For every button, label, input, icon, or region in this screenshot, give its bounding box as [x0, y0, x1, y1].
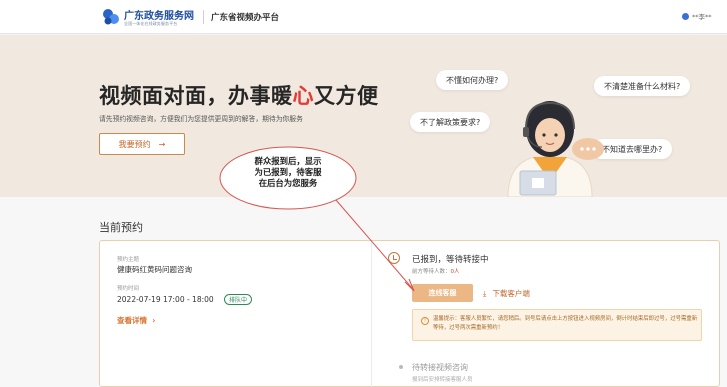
step-indicator-icon	[399, 365, 403, 369]
user-name: **李**	[692, 13, 712, 21]
contact-service-button[interactable]: 连线客服	[412, 284, 473, 302]
current-appointment-title: 当前预约	[99, 221, 143, 234]
hero-description: 请先预约视频咨询，方便我们为您提供更周到的解答，期待为你服务	[99, 115, 303, 123]
status-badge: 排队中	[224, 294, 253, 305]
download-client-button[interactable]: ⤓ 下载客户端	[483, 288, 530, 299]
queue-info: 前方等待人数：0人	[412, 269, 460, 275]
download-label: 下载客户端	[492, 289, 530, 298]
book-appointment-button[interactable]: 我要预约 →	[99, 133, 185, 155]
next-step-title: 待转接视频咨询	[412, 363, 468, 372]
arrow-right-icon: →	[158, 139, 166, 149]
chevron-right-icon: ›	[152, 316, 156, 325]
queue-count: 0人	[450, 269, 460, 275]
download-icon: ⤓	[483, 288, 487, 298]
brand-title: 广东政务服务网	[124, 11, 194, 22]
time-label: 预约时间	[117, 286, 140, 292]
appointment-card: 预约主题 健康码红黄码问题咨询 预约时间 2022-07-19 17:00 - …	[99, 240, 720, 387]
brand-divider	[203, 10, 204, 24]
clock-icon	[388, 252, 400, 264]
user-avatar-icon	[682, 12, 689, 20]
notice-box: ! 温馨提示：客服人员繁忙，请您稍后。到号后请点击上方按钮进入视频房间，倒计时结…	[412, 309, 702, 341]
info-icon: !	[421, 317, 429, 325]
top-header: 广东政务服务网 全国一体化在线政务服务平台 广东省视频办平台 **李**	[0, 0, 727, 34]
callout-annotation: 群众报到后，显示 为已报到，待客服 在后台为您服务	[220, 147, 356, 209]
gov-logo-icon	[103, 9, 119, 25]
next-step-subtitle: 报到后安排转接客服人员	[412, 377, 473, 383]
hero-title: 视频面对面，办事暖心又方便	[99, 84, 379, 108]
notice-text: 温馨提示：客服人员繁忙，请您稍后。到号后请点击上方按钮进入视频房间，倒计时结束后…	[433, 316, 698, 331]
question-bubble-3: 不了解政策要求?	[410, 112, 491, 132]
user-menu[interactable]: **李**	[682, 11, 712, 21]
subject-label: 预约主题	[117, 257, 140, 263]
view-details-link[interactable]: 查看详情 ›	[117, 315, 155, 326]
subject-value: 健康码红黄码问题咨询	[117, 265, 192, 274]
hero-banner: 视频面对面，办事暖心又方便 请先预约视频咨询，方便我们为您提供更周到的解答，期待…	[0, 35, 727, 197]
customer-service-illustration	[507, 101, 604, 197]
time-value: 2022-07-19 17:00 - 18:00	[117, 295, 214, 304]
book-button-label: 我要预约	[118, 139, 151, 149]
callout-text: 群众报到后，显示 为已报到，待客服 在后台为您服务	[254, 156, 322, 188]
brand-subtitle: 全国一体化在线政务服务平台	[124, 21, 178, 26]
appointment-info-panel: 预约主题 健康码红黄码问题咨询 预约时间 2022-07-19 17:00 - …	[100, 241, 372, 387]
platform-title: 广东省视频办平台	[211, 13, 280, 23]
view-details-label: 查看详情	[117, 316, 147, 325]
status-text: 已报到，等待转接中	[412, 255, 489, 265]
heart-glyph: 心	[292, 84, 314, 108]
